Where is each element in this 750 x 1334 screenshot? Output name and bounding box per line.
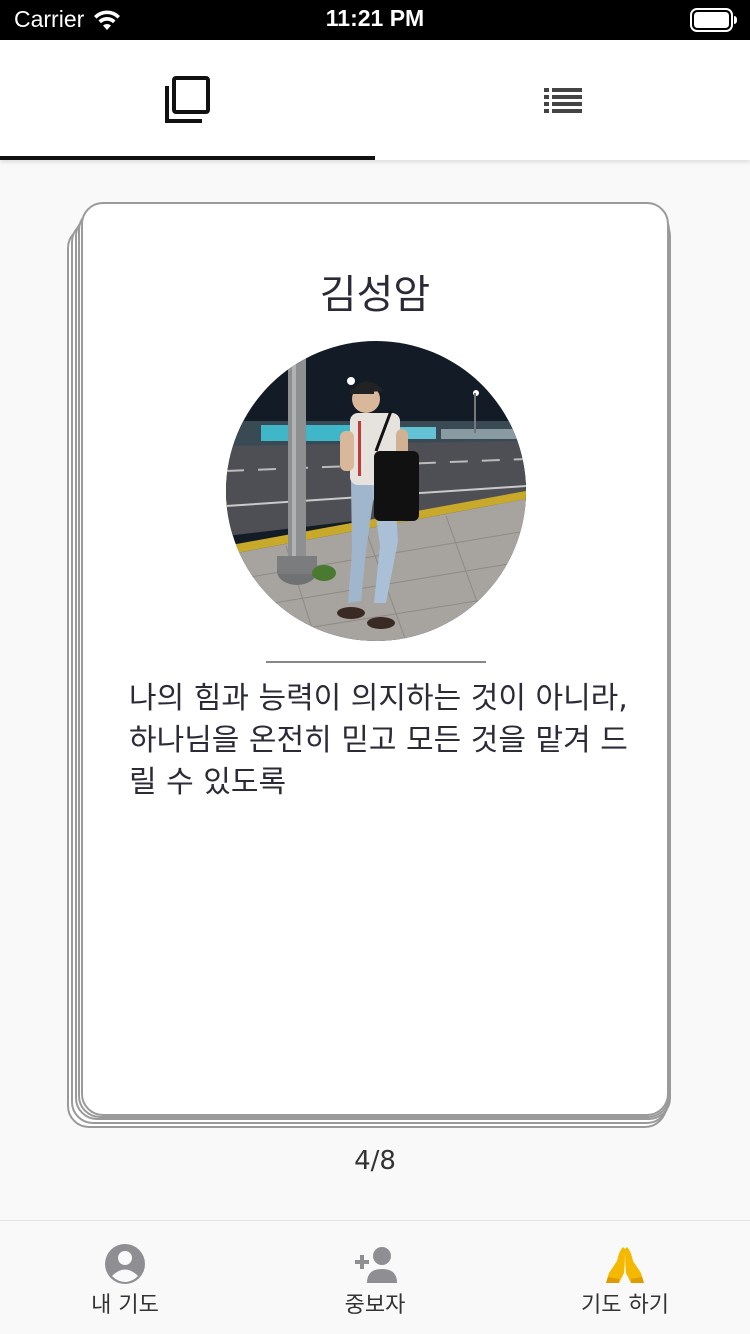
- nav-intercessors[interactable]: 중보자: [250, 1221, 500, 1334]
- list-view-icon: [543, 88, 582, 113]
- prayer-text: 나의 힘과 능력이 의지하는 것이 아니라, 하나님을 온전히 믿고 모든 것을…: [129, 681, 628, 800]
- card-divider: [266, 661, 486, 663]
- bottom-navigation: 내 기도 중보자 기도 하기: [0, 1220, 750, 1334]
- tab-card-view[interactable]: [0, 40, 375, 160]
- card-view-icon: [164, 76, 210, 123]
- account-circle-icon: [105, 1244, 145, 1284]
- profile-photo: [226, 341, 526, 641]
- status-bar: Carrier 11:21 PM: [0, 0, 750, 40]
- person-name: 김성암: [319, 272, 431, 318]
- page-indicator: 4/8: [354, 1146, 396, 1176]
- nav-my-prayers-label: 내 기도: [91, 1293, 159, 1318]
- clock: 11:21 PM: [325, 5, 425, 31]
- prayer-card-stack[interactable]: 김성암 나의 힘과 능력이 의지하는 것이 아니라, 하나님을 온전히 믿고 모…: [67, 202, 671, 1130]
- person-add-icon: [355, 1247, 397, 1283]
- view-mode-tabs: [0, 40, 750, 160]
- tab-list-view[interactable]: [375, 40, 750, 160]
- nav-pray[interactable]: 기도 하기: [500, 1221, 750, 1334]
- nav-my-prayers[interactable]: 내 기도: [0, 1221, 250, 1334]
- prayer-card[interactable]: 김성암 나의 힘과 능력이 의지하는 것이 아니라, 하나님을 온전히 믿고 모…: [81, 202, 669, 1116]
- nav-intercessors-label: 중보자: [344, 1293, 406, 1318]
- battery-icon: [690, 8, 738, 32]
- nav-pray-label: 기도 하기: [581, 1293, 669, 1318]
- praying-hands-icon: [606, 1247, 644, 1283]
